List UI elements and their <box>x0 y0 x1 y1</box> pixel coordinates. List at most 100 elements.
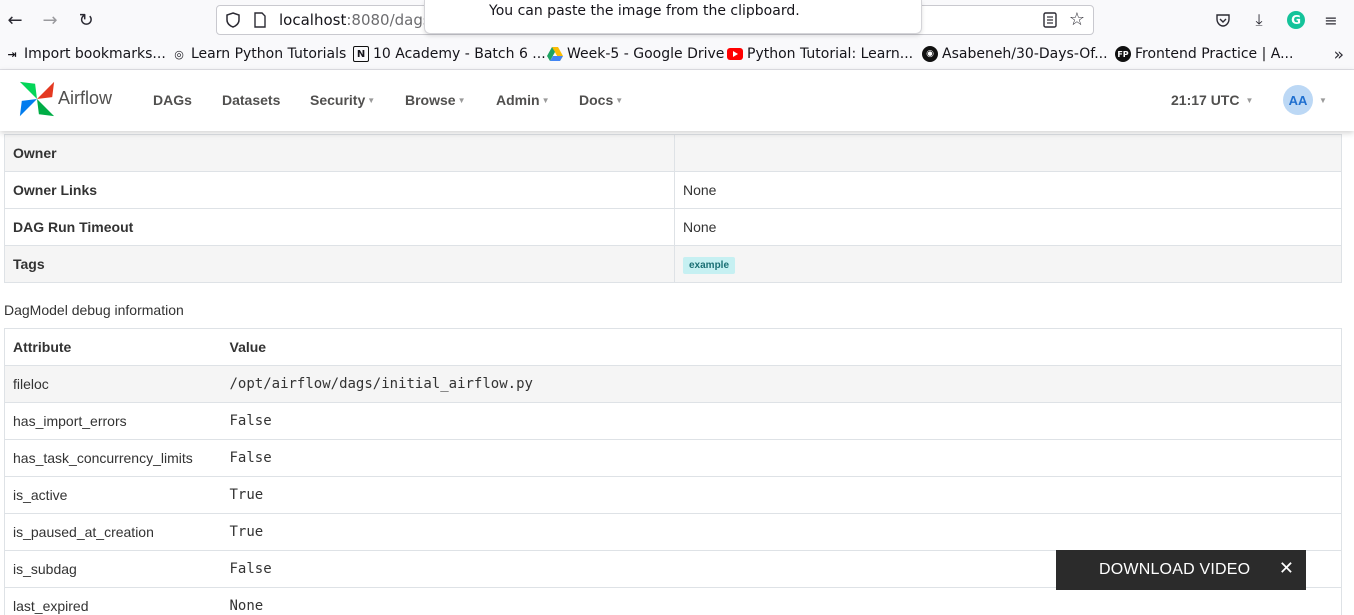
close-icon[interactable]: ✕ <box>1279 558 1294 579</box>
caret-down-icon[interactable]: ▼ <box>1319 96 1327 105</box>
pocket-icon[interactable] <box>1212 9 1234 31</box>
detail-key: DAG Run Timeout <box>4 208 675 246</box>
bookmark-python-tutorial[interactable]: Python Tutorial: Learn... <box>727 46 913 62</box>
value-cell: False <box>221 402 1342 440</box>
nav-docs-label: Docs <box>579 92 614 108</box>
browser-toolbar: ← → ↻ localhost:8080/dags/ ☆ You can pas… <box>0 0 1354 40</box>
nav-admin[interactable]: Admin ▼ <box>496 92 549 108</box>
value-cell: None <box>221 587 1342 615</box>
bookmark-asabeneh[interactable]: ◉ Asabeneh/30-Days-Of... <box>922 46 1108 62</box>
value-cell: True <box>221 476 1342 514</box>
bookmark-import[interactable]: ⇥ Import bookmarks... <box>4 46 166 62</box>
detail-key: Owner <box>4 134 675 172</box>
detail-value: None <box>674 208 1342 246</box>
clipboard-tooltip: You can paste the image from the clipboa… <box>424 0 922 34</box>
caret-down-icon: ▼ <box>615 96 624 105</box>
url-path: :8080/dags/ <box>346 11 436 29</box>
nav-datasets-label: Datasets <box>222 92 281 108</box>
tooltip-text: You can paste the image from the clipboa… <box>489 3 800 19</box>
youtube-icon <box>727 46 743 62</box>
table-row: is_active True <box>4 476 1342 514</box>
attribute-cell: is_paused_at_creation <box>4 513 222 551</box>
nav-datasets[interactable]: Datasets <box>222 92 280 108</box>
attribute-cell: last_expired <box>4 587 222 615</box>
caret-down-icon: ▼ <box>457 96 466 105</box>
table-row: fileloc /opt/airflow/dags/initial_airflo… <box>4 365 1342 403</box>
download-video-bar: DOWNLOAD VIDEO ✕ <box>1056 550 1306 590</box>
url-text[interactable]: localhost:8080/dags/ <box>279 11 436 29</box>
table-row: Tags example <box>4 245 1342 283</box>
airflow-logo-icon[interactable] <box>18 80 56 118</box>
bookmark-label: Frontend Practice | A... <box>1135 46 1294 62</box>
nav-dags-label: DAGs <box>153 92 192 108</box>
attribute-cell: has_import_errors <box>4 402 222 440</box>
url-host: localhost <box>279 11 347 29</box>
import-icon: ⇥ <box>7 47 17 61</box>
airflow-brand[interactable]: Airflow <box>58 88 112 109</box>
detail-key: Owner Links <box>4 171 675 209</box>
globe-icon: ◎ <box>174 47 184 61</box>
caret-down-icon: ▼ <box>541 96 550 105</box>
tag-badge[interactable]: example <box>683 256 736 274</box>
utc-clock[interactable]: 21:17 UTC ▼ <box>1171 92 1253 108</box>
caret-down-icon: ▼ <box>1245 96 1254 105</box>
caret-down-icon: ▼ <box>367 96 376 105</box>
table-row: DAG Run Timeout None <box>4 208 1342 246</box>
bookmark-star-icon[interactable]: ☆ <box>1069 9 1085 30</box>
bookmarks-bar: ⇥ Import bookmarks... ◎ Learn Python Tutor… <box>0 40 1354 70</box>
column-header-attribute: Attribute <box>4 328 222 366</box>
detail-value <box>674 134 1342 172</box>
detail-value: example <box>674 245 1342 283</box>
bookmark-google-drive[interactable]: Week-5 - Google Drive <box>547 46 724 62</box>
nav-security[interactable]: Security ▼ <box>310 92 375 108</box>
main-content: Owner Owner Links None DAG Run Timeout N… <box>0 131 1354 615</box>
nav-admin-label: Admin <box>496 92 540 108</box>
attribute-cell: has_task_concurrency_limits <box>4 439 222 477</box>
attribute-cell: fileloc <box>4 365 222 403</box>
bookmarks-overflow-icon[interactable]: » <box>1334 45 1344 65</box>
dag-details-table: Owner Owner Links None DAG Run Timeout N… <box>4 134 1342 283</box>
bookmark-label: Learn Python Tutorials <box>191 46 347 62</box>
section-title: DagModel debug information <box>4 302 184 318</box>
detail-key: Tags <box>4 245 675 283</box>
value-cell: False <box>221 439 1342 477</box>
bookmark-frontend-practice[interactable]: FP Frontend Practice | A... <box>1115 46 1293 62</box>
attribute-cell: is_subdag <box>4 550 222 588</box>
table-row: Owner Links None <box>4 171 1342 209</box>
table-header-row: Attribute Value <box>4 328 1342 366</box>
nav-docs[interactable]: Docs ▼ <box>579 92 623 108</box>
page-icon <box>254 12 266 28</box>
bookmark-learn-python[interactable]: ◎ Learn Python Tutorials <box>171 46 346 62</box>
reader-view-icon[interactable] <box>1043 12 1057 28</box>
bookmark-label: 10 Academy - Batch 6 ... <box>373 46 546 62</box>
airflow-navbar: Airflow DAGs Datasets Security ▼ Browse ▼ … <box>0 70 1354 131</box>
table-row: has_import_errors False <box>4 402 1342 440</box>
value-cell: True <box>221 513 1342 551</box>
bookmark-label: Import bookmarks... <box>24 46 166 62</box>
nav-browse[interactable]: Browse ▼ <box>405 92 466 108</box>
shield-icon[interactable] <box>225 12 241 28</box>
grammarly-icon[interactable]: G <box>1285 9 1307 31</box>
attribute-cell: is_active <box>4 476 222 514</box>
github-icon: ◉ <box>922 46 938 62</box>
google-drive-icon <box>547 46 563 62</box>
bookmark-10-academy[interactable]: N 10 Academy - Batch 6 ... <box>353 46 546 62</box>
forward-arrow-icon[interactable]: → <box>39 9 61 31</box>
table-row: last_expired None <box>4 587 1342 615</box>
column-header-value: Value <box>221 328 1342 366</box>
nav-dags[interactable]: DAGs <box>153 92 192 108</box>
download-icon[interactable]: ⤓ <box>1248 9 1270 31</box>
menu-icon[interactable]: ≡ <box>1320 9 1342 31</box>
value-cell: /opt/airflow/dags/initial_airflow.py <box>221 365 1342 403</box>
user-avatar[interactable]: AA <box>1283 85 1313 115</box>
table-row: has_task_concurrency_limits False <box>4 439 1342 477</box>
bookmark-label: Asabeneh/30-Days-Of... <box>942 46 1108 62</box>
table-row: Owner <box>4 134 1342 172</box>
reload-icon[interactable]: ↻ <box>75 9 97 31</box>
detail-value: None <box>674 171 1342 209</box>
download-video-button[interactable]: DOWNLOAD VIDEO <box>1099 561 1250 579</box>
utc-clock-label: 21:17 UTC <box>1171 92 1240 108</box>
fp-icon: FP <box>1115 46 1131 62</box>
table-row: is_paused_at_creation True <box>4 513 1342 551</box>
back-arrow-icon[interactable]: ← <box>4 9 26 31</box>
